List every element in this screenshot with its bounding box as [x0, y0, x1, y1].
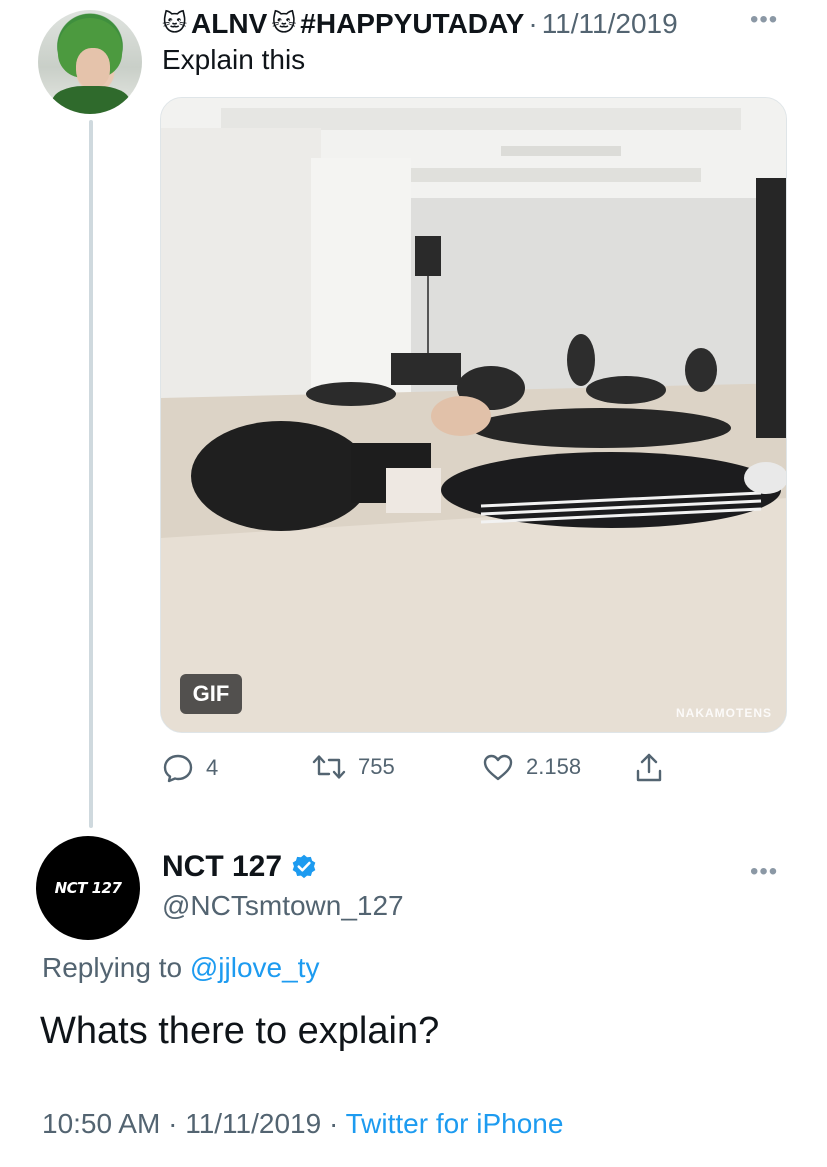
share-button[interactable]	[634, 752, 664, 784]
author-name-text: ALNV	[191, 8, 268, 39]
like-icon	[483, 754, 513, 781]
cat-emoji: 🐱	[271, 10, 297, 37]
verified-badge-icon	[292, 854, 316, 879]
footer-separator: ·	[168, 1108, 178, 1139]
retweet-count: 755	[358, 754, 395, 779]
gif-badge: GIF	[180, 674, 242, 714]
author-name[interactable]: 🐱 ALNV 🐱 #HAPPYUTADAY	[162, 8, 524, 40]
author-hashtag: #HAPPYUTADAY	[300, 8, 525, 39]
reply-count: 4	[206, 755, 219, 780]
gif-frame-illustration	[161, 98, 786, 732]
avatar-logo-text: NCT 127	[54, 879, 122, 897]
more-icon[interactable]: •••	[750, 858, 778, 886]
reply-avatar[interactable]: NCT 127	[36, 836, 140, 940]
reply-button[interactable]: 4	[162, 752, 218, 784]
avatar-face-shape	[76, 48, 110, 88]
reply-source-link[interactable]: Twitter for iPhone	[346, 1108, 564, 1139]
reply-handle[interactable]: @NCTsmtown_127	[162, 890, 404, 922]
replying-mention-link[interactable]: @jjlove_ty	[190, 952, 320, 983]
reply-footer: 10:50 AM · 11/11/2019 · Twitter for iPho…	[42, 1108, 563, 1140]
avatar-body-shape	[52, 86, 130, 114]
reply-time[interactable]: 10:50 AM	[42, 1108, 160, 1139]
tweet-date[interactable]: 11/11/2019	[542, 8, 678, 40]
media-watermark: NAKAMOTENS	[676, 706, 772, 720]
thread-line	[89, 120, 93, 828]
retweet-icon	[312, 755, 346, 779]
share-icon	[636, 753, 662, 782]
tweet-actions: 4 755 2.158	[160, 752, 720, 786]
retweet-button[interactable]: 755	[312, 752, 395, 782]
tweet-media-gif[interactable]: GIF NAKAMOTENS	[160, 97, 787, 733]
replying-prefix: Replying to	[42, 952, 183, 983]
reply-text: Whats there to explain?	[40, 1010, 440, 1052]
more-icon[interactable]: •••	[750, 6, 778, 34]
tweet-text: Explain this	[162, 44, 306, 75]
like-button[interactable]: 2.158	[482, 752, 581, 782]
author-avatar[interactable]	[38, 10, 142, 114]
tweet-separator: ·	[528, 8, 538, 39]
reply-author-name[interactable]: NCT 127	[162, 850, 318, 884]
footer-separator: ·	[328, 1108, 339, 1139]
cat-emoji: 🐱	[162, 10, 188, 37]
reply-icon	[163, 754, 193, 783]
replying-to: Replying to @jjlove_ty	[42, 952, 319, 984]
reply-date[interactable]: 11/11/2019	[185, 1108, 321, 1139]
like-count: 2.158	[526, 754, 582, 779]
reply-display-name: NCT 127	[162, 850, 283, 883]
tweet-header: 🐱 ALNV 🐱 #HAPPYUTADAY · 11/11/2019	[162, 6, 678, 42]
